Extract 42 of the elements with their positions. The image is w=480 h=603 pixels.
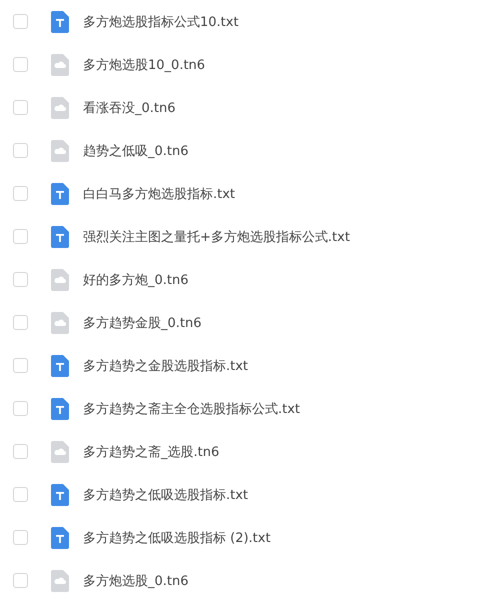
cloud-file-icon (51, 268, 69, 290)
file-name[interactable]: 白白马多方炮选股指标.txt (83, 184, 236, 202)
checkbox[interactable] (13, 487, 28, 502)
file-name[interactable]: 多方炮选股_0.tn6 (83, 572, 189, 590)
file-name[interactable]: 多方趋势之斋主全仓选股指标公式.txt (83, 400, 300, 418)
cloud-file-icon (51, 96, 69, 118)
checkbox[interactable] (13, 143, 28, 158)
checkbox[interactable] (13, 358, 28, 373)
text-file-icon (51, 182, 69, 204)
checkbox[interactable] (13, 100, 28, 115)
file-name[interactable]: 多方炮选股10_0.tn6 (83, 56, 206, 74)
checkbox[interactable] (13, 573, 28, 588)
text-file-icon (51, 354, 69, 376)
file-name[interactable]: 多方趋势之低吸选股指标 (2).txt (83, 528, 271, 546)
file-name[interactable]: 趋势之低吸_0.tn6 (83, 142, 189, 160)
cloud-file-icon (51, 312, 69, 334)
file-name[interactable]: 强烈关注主图之量托+多方炮选股指标公式.txt (83, 228, 350, 246)
text-file-icon (51, 526, 69, 548)
file-name[interactable]: 看涨吞没_0.tn6 (83, 98, 176, 116)
text-file-icon (51, 398, 69, 420)
file-name[interactable]: 好的多方炮_0.tn6 (83, 270, 189, 288)
file-name[interactable]: 多方趋势金股_0.tn6 (83, 314, 202, 332)
cloud-file-icon (51, 570, 69, 592)
checkbox[interactable] (13, 315, 28, 330)
file-name[interactable]: 多方炮选股指标公式10.txt (83, 12, 239, 30)
text-file-icon (51, 226, 69, 248)
file-name[interactable]: 多方趋势之低吸选股指标.txt (83, 486, 248, 504)
checkbox[interactable] (13, 57, 28, 72)
checkbox[interactable] (13, 401, 28, 416)
text-file-icon (51, 10, 69, 32)
file-name[interactable]: 多方趋势之斋_选股.tn6 (83, 442, 220, 460)
checkbox[interactable] (13, 444, 28, 459)
cloud-file-icon (51, 140, 69, 162)
cloud-file-icon (51, 440, 69, 462)
checkbox[interactable] (13, 14, 28, 29)
checkbox[interactable] (13, 229, 28, 244)
text-file-icon (51, 484, 69, 506)
checkbox[interactable] (13, 530, 28, 545)
checkbox[interactable] (13, 186, 28, 201)
checkbox[interactable] (13, 272, 28, 287)
file-name[interactable]: 多方趋势之金股选股指标.txt (83, 356, 248, 374)
cloud-file-icon (51, 54, 69, 76)
